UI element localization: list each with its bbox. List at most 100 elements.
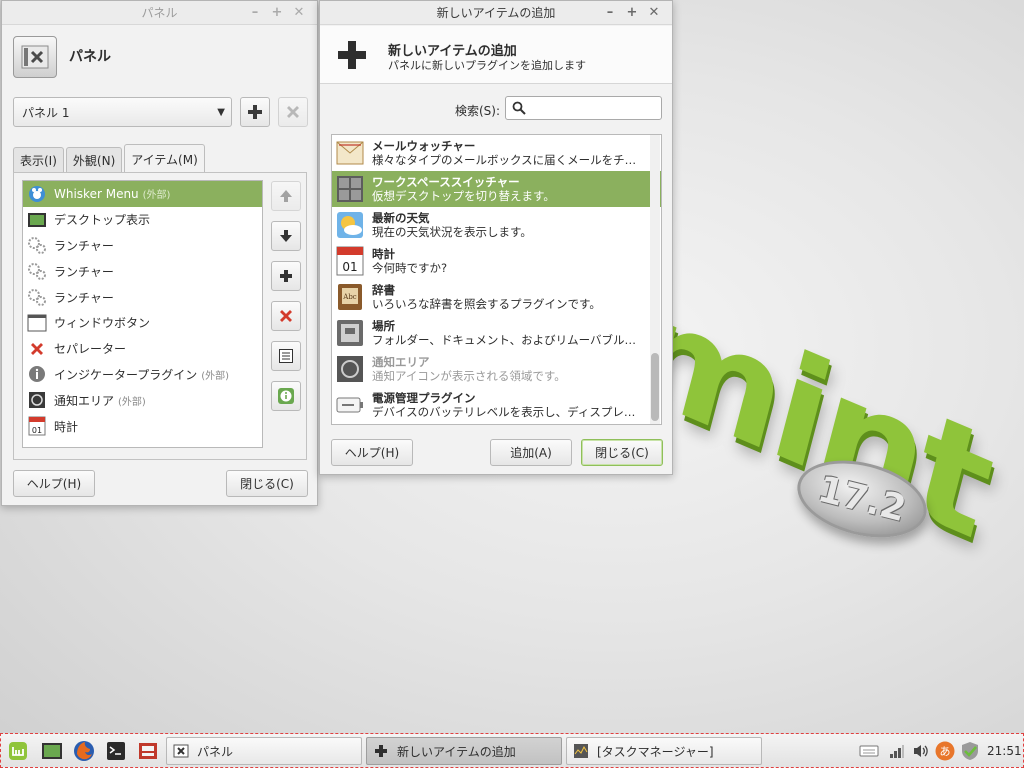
item-external-tag: (外部) — [118, 396, 146, 408]
list-item[interactable]: 01 時計 今何時ですか? — [332, 243, 661, 279]
update-manager-icon[interactable] — [960, 741, 980, 761]
task-label: パネル — [197, 744, 234, 759]
minimize-icon[interactable]: – — [602, 4, 618, 20]
arrow-down-icon — [280, 230, 292, 242]
plugin-description: 今何時ですか? — [372, 261, 448, 275]
search-icon — [512, 101, 526, 115]
list-item[interactable]: 電源管理プラグイン デバイスのバッテリレベルを表示し、ディスプレイの… — [332, 387, 661, 423]
close-icon[interactable]: ✕ — [291, 4, 307, 20]
add-panel-button[interactable] — [240, 97, 270, 127]
arrow-up-icon — [280, 190, 292, 202]
item-about-button[interactable] — [271, 381, 301, 411]
list-item[interactable]: インジケータープラグイン (外部) — [23, 362, 262, 388]
panel-settings-icon — [173, 743, 189, 759]
plugin-list[interactable]: メールウォッチャー 様々なタイプのメールボックスに届くメールをチェック… ワーク… — [331, 134, 662, 425]
item-external-tag: (外部) — [201, 370, 230, 382]
svg-text:01: 01 — [32, 426, 42, 435]
plugin-description: フォルダー、ドキュメント、およびリムーバブルメディア… — [372, 333, 642, 347]
help-button[interactable]: ヘルプ(H) — [13, 470, 95, 497]
list-item[interactable]: Abc 辞書 いろいろな辞書を照会するプラグインです。 — [332, 279, 661, 315]
network-signal-icon[interactable] — [887, 741, 907, 761]
taskbar-task-task-manager[interactable]: [タスクマネージャー] — [566, 737, 762, 765]
chevron-down-icon: ▼ — [217, 107, 225, 118]
scrollbar-thumb[interactable] — [651, 353, 659, 421]
indicator-icon — [27, 364, 47, 384]
edit-item-button[interactable] — [271, 341, 301, 371]
move-down-button[interactable] — [271, 221, 301, 251]
notification-area-icon — [27, 390, 47, 410]
taskbar: パネル 新しいアイテムの追加 [タスクマネージャー] あ 21:51 — [0, 733, 1024, 768]
panel-tabs: 表示(I) 外観(N) アイテム(M) — [13, 144, 205, 173]
list-item[interactable]: セパレーター — [23, 336, 262, 362]
plugin-description: いろいろな辞書を照会するプラグインです。 — [372, 297, 601, 311]
list-item[interactable]: ウィンドウボタン — [23, 310, 262, 336]
list-item[interactable]: ランチャー — [23, 233, 262, 259]
taskbar-task-add-items[interactable]: 新しいアイテムの追加 — [366, 737, 562, 765]
list-edit-icon — [279, 349, 293, 363]
panel-window-titlebar[interactable]: パネル – + ✕ — [2, 1, 317, 25]
page-subtitle: パネルに新しいプラグインを追加します — [388, 59, 586, 72]
tab-display[interactable]: 表示(I) — [13, 147, 64, 173]
window-buttons-icon — [27, 313, 47, 333]
list-item[interactable]: 通知エリア (外部) — [23, 387, 262, 413]
maximize-icon[interactable]: + — [624, 4, 640, 20]
terminal-icon[interactable] — [105, 740, 127, 762]
add-item-button[interactable] — [271, 261, 301, 291]
add-icon — [338, 41, 366, 69]
list-item[interactable]: 通知エリア 通知アイコンが表示される領域です。 — [332, 351, 661, 387]
list-item[interactable]: ランチャー — [23, 258, 262, 284]
item-label: ランチャー — [54, 264, 114, 279]
item-label: デスクトップ表示 — [54, 213, 151, 228]
list-item[interactable]: ランチャー — [23, 284, 262, 310]
task-label: [タスクマネージャー] — [597, 744, 714, 759]
list-item[interactable]: メールウォッチャー 様々なタイプのメールボックスに届くメールをチェック… — [332, 135, 661, 171]
input-method-icon[interactable]: あ — [935, 741, 955, 761]
file-manager-icon[interactable] — [137, 740, 159, 762]
maximize-icon[interactable]: + — [269, 4, 285, 20]
separator-icon — [27, 339, 47, 359]
search-input[interactable] — [505, 96, 662, 120]
help-button[interactable]: ヘルプ(H) — [331, 439, 413, 466]
remove-icon — [280, 310, 292, 322]
show-desktop-icon[interactable] — [41, 740, 63, 762]
add-window-titlebar[interactable]: 新しいアイテムの追加 – + ✕ — [320, 1, 672, 25]
item-label: セパレーター — [54, 342, 127, 357]
close-button[interactable]: 閉じる(C) — [581, 439, 663, 466]
panel-select[interactable]: パネル 1 ▼ — [13, 97, 232, 127]
clock-icon: 01 — [334, 245, 366, 277]
minimize-icon[interactable]: – — [247, 4, 263, 20]
list-item[interactable]: 場所 フォルダー、ドキュメント、およびリムーバブルメディア… — [332, 315, 661, 351]
mint-menu-icon[interactable] — [7, 740, 29, 762]
panel-items-list[interactable]: Whisker Menu (外部) デスクトップ表示 ランチャー ランチャー ラ… — [22, 180, 263, 448]
info-icon — [278, 388, 294, 404]
plugin-name: 時計 — [372, 247, 395, 261]
clock-icon: 01 — [27, 416, 47, 436]
remove-panel-button[interactable] — [278, 97, 308, 127]
list-item[interactable]: ワークスペーススイッチャー 仮想デスクトップを切り替えます。 — [332, 171, 661, 207]
add-button[interactable]: 追加(A) — [490, 439, 572, 466]
taskbar-task-panel[interactable]: パネル — [166, 737, 362, 765]
list-item[interactable]: デスクトップ表示 — [23, 207, 262, 233]
list-item[interactable]: 01 時計 — [23, 413, 262, 439]
keyboard-icon[interactable] — [859, 741, 879, 761]
move-up-button[interactable] — [271, 181, 301, 211]
remove-item-button[interactable] — [271, 301, 301, 331]
tab-items[interactable]: アイテム(M) — [124, 144, 205, 173]
volume-icon[interactable] — [911, 741, 931, 761]
plus-icon — [280, 270, 292, 282]
list-item[interactable]: Whisker Menu (外部) — [23, 181, 262, 207]
plugin-list-scrollbar[interactable] — [650, 135, 660, 424]
list-item[interactable]: 最新の天気 現在の天気状況を表示します。 — [332, 207, 661, 243]
items-tab-content: Whisker Menu (外部) デスクトップ表示 ランチャー ランチャー ラ… — [13, 172, 307, 460]
calendar-day: 01 — [342, 260, 357, 274]
close-button[interactable]: 閉じる(C) — [226, 470, 308, 497]
panel-header: パネル — [2, 26, 317, 88]
firefox-icon[interactable] — [73, 740, 95, 762]
clock[interactable]: 21:51 — [987, 744, 1022, 758]
add-item-icon — [373, 743, 389, 759]
page-title: パネル — [69, 49, 111, 65]
plus-icon — [248, 105, 262, 119]
task-manager-icon — [573, 743, 589, 759]
close-icon[interactable]: ✕ — [646, 4, 662, 20]
tab-appearance[interactable]: 外観(N) — [65, 147, 123, 173]
